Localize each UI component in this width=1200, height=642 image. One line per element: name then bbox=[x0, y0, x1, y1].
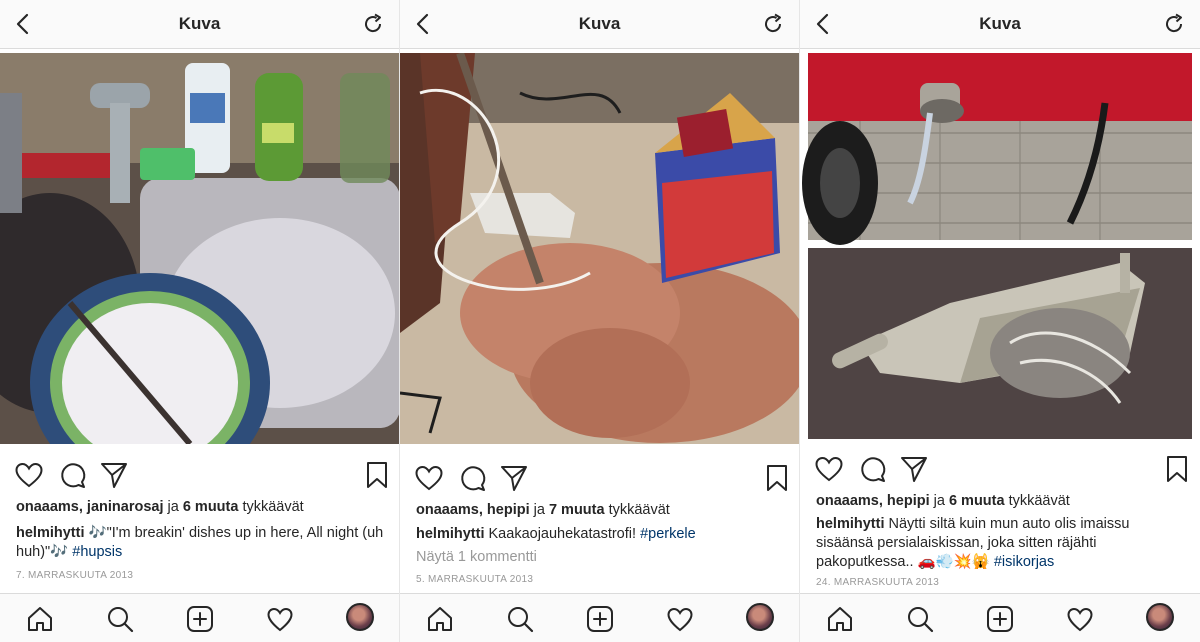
add-post-icon[interactable] bbox=[586, 605, 614, 633]
bottom-tab-bar bbox=[400, 593, 799, 642]
profile-avatar[interactable] bbox=[346, 603, 374, 631]
post-date: 7. MARRASKUUTA 2013 bbox=[16, 570, 134, 581]
activity-heart-icon[interactable] bbox=[1066, 605, 1094, 633]
likes-text[interactable]: onaaams, janinarosaj ja 6 muuta tykkäävä… bbox=[16, 499, 304, 515]
screen-1: Kuva onaaams, janinarosaj ja 6 muuta tyk… bbox=[0, 0, 400, 642]
page-title: Kuva bbox=[979, 14, 1021, 33]
comment-icon[interactable] bbox=[57, 460, 87, 490]
screens-row: Kuva onaaams, janinarosaj ja 6 muuta tyk… bbox=[0, 0, 1200, 642]
profile-avatar[interactable] bbox=[1146, 603, 1174, 631]
post-photo[interactable] bbox=[800, 53, 1200, 439]
refresh-icon[interactable] bbox=[1162, 12, 1186, 36]
likes-suffix: tykkäävät bbox=[1004, 493, 1070, 509]
refresh-icon[interactable] bbox=[361, 12, 385, 36]
liker-names[interactable]: onaaams, hepipi bbox=[416, 502, 530, 518]
profile-avatar[interactable] bbox=[746, 603, 774, 631]
view-comments-link[interactable]: Näytä 1 kommentti bbox=[416, 549, 537, 565]
post-date: 24. MARRASKUUTA 2013 bbox=[816, 577, 940, 588]
top-bar: Kuva bbox=[800, 0, 1200, 49]
bookmark-icon[interactable] bbox=[1162, 454, 1192, 484]
home-icon[interactable] bbox=[426, 605, 454, 633]
home-icon[interactable] bbox=[26, 605, 54, 633]
post-actions bbox=[800, 454, 1200, 486]
bookmark-icon[interactable] bbox=[762, 463, 792, 493]
top-bar: Kuva bbox=[400, 0, 799, 49]
home-icon[interactable] bbox=[826, 605, 854, 633]
likes-text[interactable]: onaaams, hepipi ja 7 muuta tykkäävät bbox=[416, 502, 670, 518]
likes-connector: ja bbox=[163, 499, 183, 515]
caption-hashtag[interactable]: #hupsis bbox=[72, 544, 122, 560]
post-actions bbox=[0, 460, 399, 492]
likes-others[interactable]: 6 muuta bbox=[183, 499, 239, 515]
likes-others[interactable]: 7 muuta bbox=[549, 502, 605, 518]
page-title: Kuva bbox=[578, 14, 621, 33]
likes-others[interactable]: 6 muuta bbox=[949, 493, 1005, 509]
add-post-icon[interactable] bbox=[186, 605, 214, 633]
refresh-icon[interactable] bbox=[761, 12, 785, 36]
comment-icon[interactable] bbox=[457, 463, 487, 493]
heart-icon[interactable] bbox=[814, 454, 844, 484]
heart-icon[interactable] bbox=[414, 463, 444, 493]
likes-connector: ja bbox=[929, 493, 949, 509]
likes-suffix: tykkäävät bbox=[604, 502, 670, 518]
likes-suffix: tykkäävät bbox=[238, 499, 304, 515]
post-photo[interactable] bbox=[400, 53, 799, 444]
likes-text[interactable]: onaaams, hepipi ja 6 muuta tykkäävät bbox=[816, 493, 1070, 509]
heart-icon[interactable] bbox=[14, 460, 44, 490]
share-icon[interactable] bbox=[499, 463, 529, 493]
post-caption: helmihytti Näytti siltä kuin mun auto ol… bbox=[816, 515, 1184, 572]
post-date: 5. MARRASKUUTA 2013 bbox=[416, 574, 534, 585]
search-icon[interactable] bbox=[106, 605, 134, 633]
share-icon[interactable] bbox=[99, 460, 129, 490]
liker-names[interactable]: onaaams, hepipi bbox=[816, 493, 930, 509]
screen-2: Kuva onaaams, hepipi ja 7 muuta tykkäävä… bbox=[400, 0, 800, 642]
top-bar: Kuva bbox=[0, 0, 399, 49]
caption-username[interactable]: helmihytti bbox=[416, 526, 484, 542]
share-icon[interactable] bbox=[899, 454, 929, 484]
comment-icon[interactable] bbox=[857, 454, 887, 484]
bookmark-icon[interactable] bbox=[362, 460, 392, 490]
caption-hashtag[interactable]: #perkele bbox=[640, 526, 696, 542]
bottom-tab-bar bbox=[800, 593, 1200, 642]
activity-heart-icon[interactable] bbox=[666, 605, 694, 633]
search-icon[interactable] bbox=[906, 605, 934, 633]
screen-3: Kuva onaaams, hepipi ja 6 muuta tykkäävä… bbox=[800, 0, 1200, 642]
caption-text: Kaakaojauhekatastrofi! bbox=[484, 526, 641, 542]
caption-username[interactable]: helmihytti bbox=[816, 516, 884, 532]
activity-heart-icon[interactable] bbox=[266, 605, 294, 633]
post-caption: helmihytti 🎶"I'm breakin' dishes up in h… bbox=[16, 524, 384, 562]
search-icon[interactable] bbox=[506, 605, 534, 633]
bottom-tab-bar bbox=[0, 593, 399, 642]
add-post-icon[interactable] bbox=[986, 605, 1014, 633]
post-photo[interactable] bbox=[0, 53, 399, 444]
likes-connector: ja bbox=[529, 502, 549, 518]
post-caption: helmihytti Kaakaojauhekatastrofi! #perke… bbox=[416, 525, 784, 544]
caption-hashtag[interactable]: #isikorjas bbox=[994, 554, 1054, 570]
page-title: Kuva bbox=[178, 14, 221, 33]
post-actions bbox=[400, 463, 799, 495]
liker-names[interactable]: onaaams, janinarosaj bbox=[16, 499, 163, 515]
caption-username[interactable]: helmihytti bbox=[16, 525, 84, 541]
